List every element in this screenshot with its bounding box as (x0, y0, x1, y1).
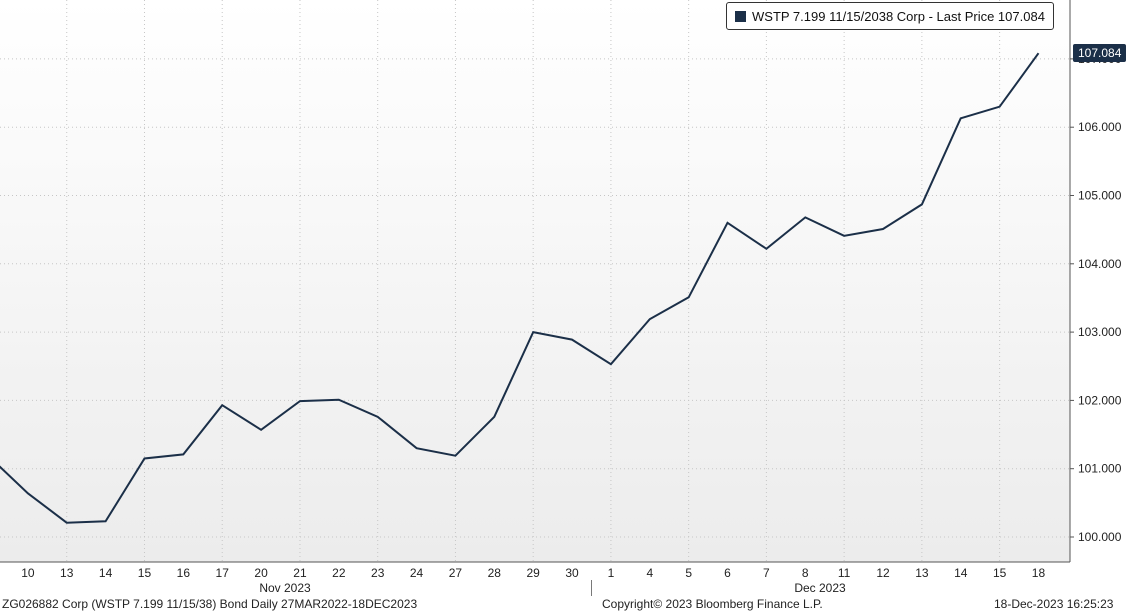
x-tick-label: 13 (60, 566, 74, 580)
x-tick-label: 21 (293, 566, 307, 580)
x-tick-label: 10 (21, 566, 35, 580)
data-point (610, 363, 612, 365)
x-tick-label: 5 (685, 566, 692, 580)
x-tick-label: 29 (527, 566, 541, 580)
x-tick-label: 7 (763, 566, 770, 580)
data-point (143, 457, 145, 459)
data-point (765, 248, 767, 250)
legend: WSTP 7.199 11/15/2038 Corp - Last Price … (726, 2, 1054, 30)
plot-background (0, 0, 1070, 562)
data-point (493, 416, 495, 418)
y-tick-label: 104.000 (1078, 257, 1122, 271)
data-point (532, 331, 534, 333)
x-tick-label: 8 (802, 566, 809, 580)
data-point (921, 203, 923, 205)
footer-security-info: ZG026882 Corp (WSTP 7.199 11/15/38) Bond… (2, 597, 418, 611)
data-point (843, 235, 845, 237)
y-tick-label: 103.000 (1078, 325, 1122, 339)
data-point (299, 400, 301, 402)
x-tick-label: 17 (216, 566, 230, 580)
data-point (66, 522, 68, 524)
x-tick-label: 4 (646, 566, 653, 580)
data-point (260, 429, 262, 431)
data-point (338, 399, 340, 401)
month-labels: Nov 2023 Dec 2023 (259, 580, 846, 596)
x-tick-label: 13 (915, 566, 929, 580)
footer-timestamp: 18-Dec-2023 16:25:23 (994, 597, 1114, 611)
data-point (649, 318, 651, 320)
y-tick-label: 105.000 (1078, 189, 1122, 203)
x-tick-label: 14 (99, 566, 113, 580)
x-tick-label: 24 (410, 566, 424, 580)
month-label-nov: Nov 2023 (259, 581, 311, 595)
month-label-dec: Dec 2023 (794, 581, 846, 595)
chart-canvas: 10 13 14 15 16 17 20 21 22 23 24 27 28 29 30 1 4 5 6 7 8 11 12… (0, 0, 1122, 596)
x-tick-label: 27 (449, 566, 463, 580)
data-point (727, 222, 729, 224)
x-tick-label: 15 (138, 566, 152, 580)
x-tick-label: 1 (608, 566, 615, 580)
x-tick-label: 15 (993, 566, 1007, 580)
x-axis-ticks: 10 13 14 15 16 17 20 21 22 23 24 27 28 29 30 1 4 5 6 7 8 11 12… (21, 566, 1045, 580)
x-tick-label: 16 (177, 566, 191, 580)
data-point (804, 216, 806, 218)
data-point (688, 296, 690, 298)
data-point (454, 455, 456, 457)
data-point (571, 339, 573, 341)
x-tick-label: 11 (838, 566, 851, 580)
data-point (1037, 52, 1039, 54)
data-point (377, 416, 379, 418)
y-tick-label: 102.000 (1078, 393, 1122, 407)
x-tick-label: 6 (724, 566, 731, 580)
x-tick-label: 12 (876, 566, 890, 580)
data-point (27, 492, 29, 494)
last-price-badge: 107.084 (1073, 44, 1127, 63)
y-tick-label: 106.000 (1078, 120, 1122, 134)
data-point (882, 228, 884, 230)
x-tick-label: 28 (488, 566, 502, 580)
data-point (960, 117, 962, 119)
x-tick-label: 30 (565, 566, 579, 580)
legend-label: WSTP 7.199 11/15/2038 Corp - Last Price … (752, 8, 1045, 24)
data-point (182, 453, 184, 455)
y-tick-label: 101.000 (1078, 462, 1122, 476)
y-tick-label: 100.000 (1078, 530, 1122, 544)
y-axis-ticks: 100.000 101.000 102.000 103.000 104.000 105.0… (1070, 52, 1122, 544)
x-tick-label: 23 (371, 566, 385, 580)
x-tick-label: 22 (332, 566, 346, 580)
x-tick-label: 20 (254, 566, 268, 580)
data-point (221, 404, 223, 406)
data-point (999, 106, 1001, 108)
footer-copyright: Copyright© 2023 Bloomberg Finance L.P. (602, 597, 823, 611)
x-tick-label: 18 (1032, 566, 1046, 580)
legend-swatch (735, 10, 746, 22)
data-point (105, 520, 107, 522)
x-tick-label: 14 (954, 566, 968, 580)
data-point (416, 447, 418, 449)
